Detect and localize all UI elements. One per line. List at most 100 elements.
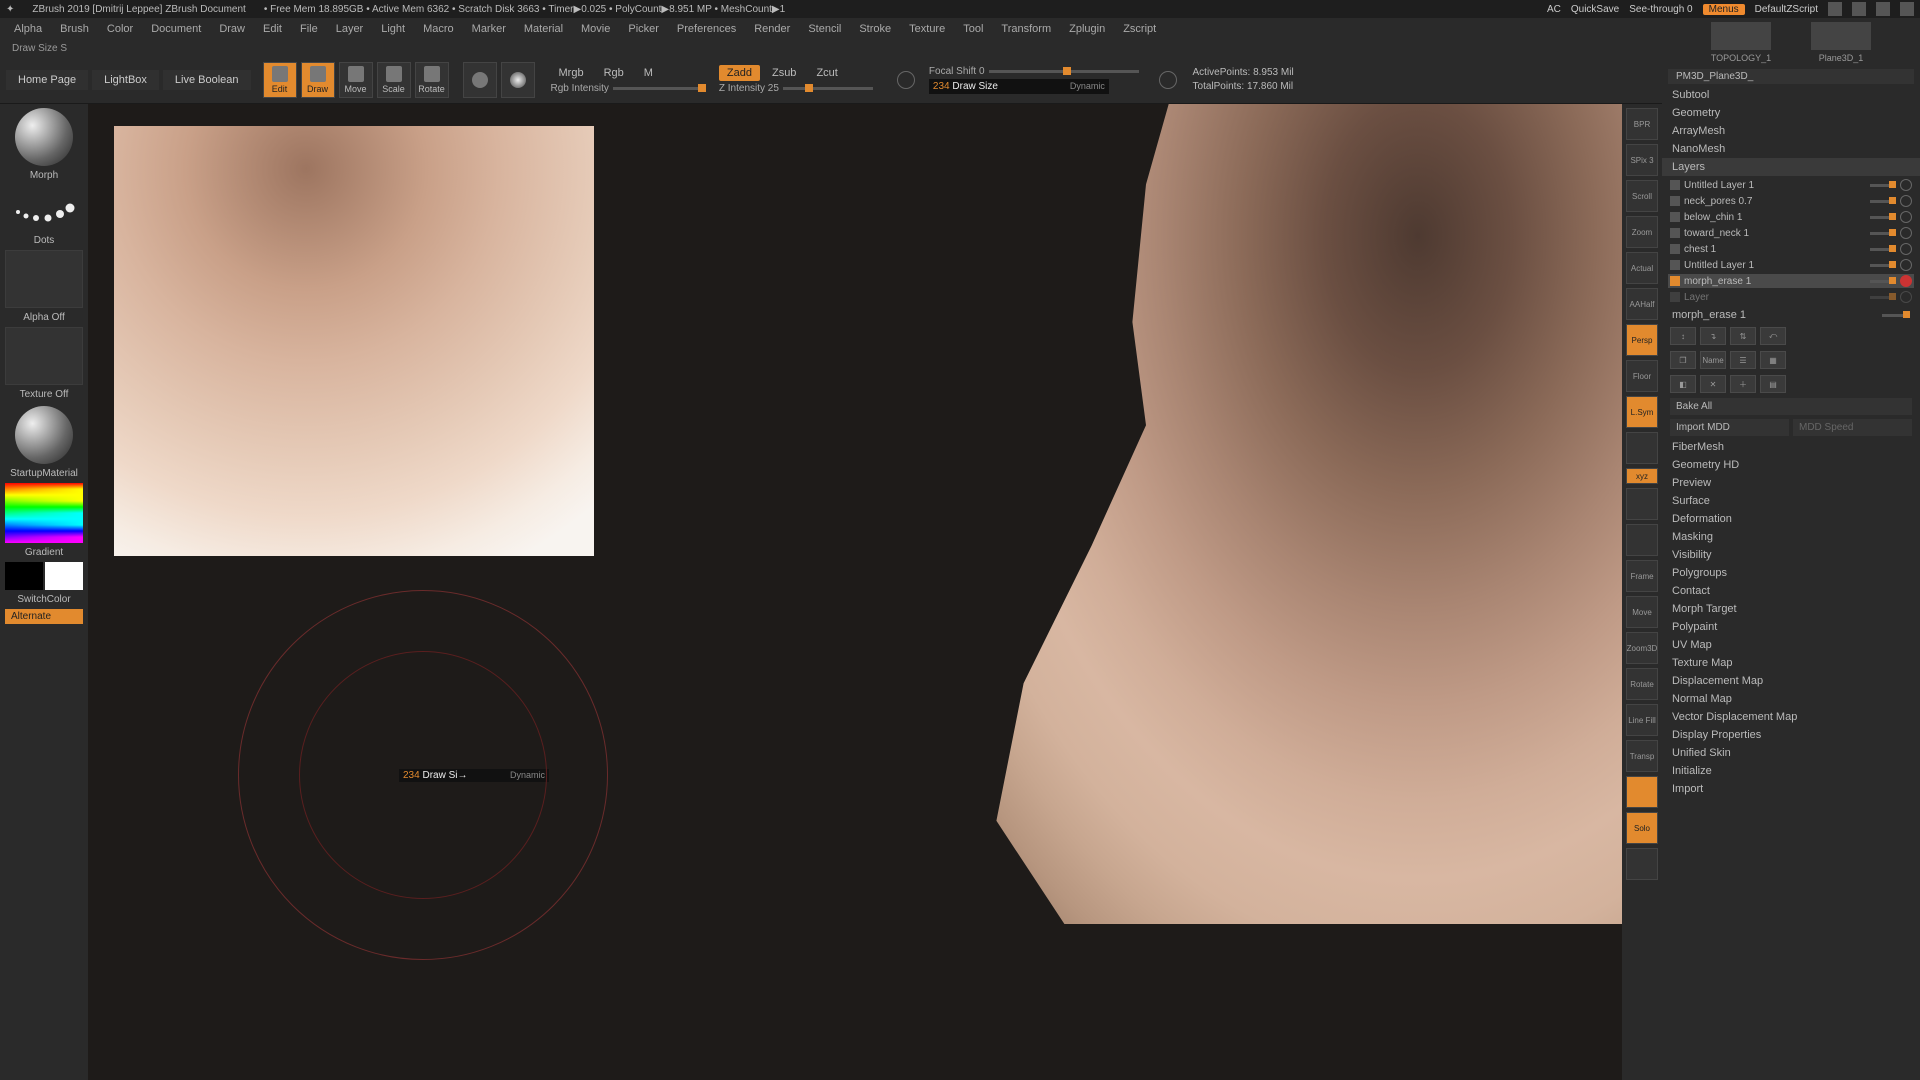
tool-draw[interactable]: Draw [301,62,335,98]
menu-tool[interactable]: Tool [963,23,983,35]
rshelf-solo[interactable]: Solo [1626,812,1658,844]
rshelf-aahalf[interactable]: AAHalf [1626,288,1658,320]
layer-del[interactable]: ✕ [1700,375,1726,393]
section-arraymesh[interactable]: ArrayMesh [1662,122,1920,140]
rshelf-btn-12[interactable] [1626,524,1658,556]
layer-visibility-icon[interactable] [1900,227,1912,239]
swatch-secondary[interactable] [45,562,83,590]
layer-row[interactable]: toward_neck 1 [1668,226,1914,240]
layer-btn-4[interactable]: ⤺ [1760,327,1786,345]
menu-edit[interactable]: Edit [263,23,282,35]
section-preview[interactable]: Preview [1662,474,1920,492]
imbed-icon[interactable] [897,71,915,89]
viewport[interactable]: 234 Draw Si→ Dynamic [88,104,1622,1080]
rgb-intensity-slider[interactable] [613,87,703,90]
layer-row[interactable]: Untitled Layer 1 [1668,178,1914,192]
draw-size-slider[interactable]: 234 Draw Size Dynamic [929,79,1109,94]
zadd-button[interactable]: Zadd [719,65,760,81]
section-unified-skin[interactable]: Unified Skin [1662,744,1920,762]
rshelf-rotate[interactable]: Rotate [1626,668,1658,700]
layer-inv[interactable]: ◧ [1670,375,1696,393]
rshelf-xyz[interactable]: xyz [1626,468,1658,484]
m-button[interactable]: M [636,65,661,81]
brush-thumbnail[interactable] [15,108,73,166]
section-masking[interactable]: Masking [1662,528,1920,546]
tool-thumb-topology[interactable]: TOPOLOGY_1 [1706,22,1776,63]
menu-alpha[interactable]: Alpha [14,23,42,35]
rshelf-scroll[interactable]: Scroll [1626,180,1658,212]
cursor-draw-size[interactable]: 234 Draw Si→ Dynamic [399,769,549,782]
menu-render[interactable]: Render [754,23,790,35]
section-geometry-hd[interactable]: Geometry HD [1662,456,1920,474]
swatch-main[interactable] [5,562,43,590]
tool-scale[interactable]: Scale [377,62,411,98]
gradient-label[interactable]: Gradient [25,545,63,560]
layer-btn-3[interactable]: ⇅ [1730,327,1756,345]
layer-intensity-slider[interactable] [1870,280,1896,283]
menu-macro[interactable]: Macro [423,23,454,35]
section-displacement-map[interactable]: Displacement Map [1662,672,1920,690]
rshelf-btn-11[interactable] [1626,488,1658,520]
section-subtool[interactable]: Subtool [1662,86,1920,104]
rshelf-actual[interactable]: Actual [1626,252,1658,284]
texture-thumbnail[interactable] [5,327,83,385]
rshelf-move[interactable]: Move [1626,596,1658,628]
layer-dup[interactable]: ❐ [1670,351,1696,369]
default-zscript[interactable]: DefaultZScript [1755,4,1818,15]
rshelf-spix-3[interactable]: SPix 3 [1626,144,1658,176]
layer-btn-1[interactable]: ↕ [1670,327,1696,345]
menu-brush[interactable]: Brush [60,23,89,35]
close-icon[interactable] [1900,2,1914,16]
layer-row[interactable]: chest 1 [1668,242,1914,256]
rshelf-floor[interactable]: Floor [1626,360,1658,392]
menu-transform[interactable]: Transform [1001,23,1051,35]
rshelf-zoom[interactable]: Zoom [1626,216,1658,248]
shelf-tab-lightbox[interactable]: LightBox [92,70,159,90]
menu-zplugin[interactable]: Zplugin [1069,23,1105,35]
section-surface[interactable]: Surface [1662,492,1920,510]
shelf-tab-home-page[interactable]: Home Page [6,70,88,90]
layer-visibility-icon[interactable] [1900,211,1912,223]
menu-picker[interactable]: Picker [628,23,659,35]
mrgb-button[interactable]: Mrgb [551,65,592,81]
layer-row[interactable]: morph_erase 1 [1668,274,1914,288]
layer-btn-2[interactable]: ↴ [1700,327,1726,345]
layer-misc[interactable]: ▤ [1760,375,1786,393]
rshelf-bpr[interactable]: BPR [1626,108,1658,140]
rshelf-zoom3d[interactable]: Zoom3D [1626,632,1658,664]
collapse-icon[interactable] [1828,2,1842,16]
menu-layer[interactable]: Layer [336,23,364,35]
quicksave-button[interactable]: QuickSave [1571,4,1619,15]
section-deformation[interactable]: Deformation [1662,510,1920,528]
section-morph-target[interactable]: Morph Target [1662,600,1920,618]
alternate-button[interactable]: Alternate [5,609,83,624]
menu-document[interactable]: Document [151,23,201,35]
maximize-icon[interactable] [1876,2,1890,16]
layer-intensity-slider[interactable] [1870,200,1896,203]
menu-stroke[interactable]: Stroke [859,23,891,35]
layer-visibility-icon[interactable] [1900,243,1912,255]
menu-preferences[interactable]: Preferences [677,23,736,35]
section-display-properties[interactable]: Display Properties [1662,726,1920,744]
layer-split[interactable]: ☰ [1730,351,1756,369]
rshelf-btn-19[interactable] [1626,776,1658,808]
layer-intensity-slider[interactable] [1870,264,1896,267]
section-polygroups[interactable]: Polygroups [1662,564,1920,582]
layer-intensity-slider[interactable] [1870,216,1896,219]
rshelf-btn-21[interactable] [1626,848,1658,880]
menu-marker[interactable]: Marker [472,23,506,35]
layers-header[interactable]: Layers [1662,158,1920,176]
rshelf-line-fill[interactable]: Line Fill [1626,704,1658,736]
section-geometry[interactable]: Geometry [1662,104,1920,122]
bake-all-button[interactable]: Bake All [1670,398,1912,415]
menu-stencil[interactable]: Stencil [808,23,841,35]
gizmo-toggle[interactable] [463,62,497,98]
section-visibility[interactable]: Visibility [1662,546,1920,564]
tool-move[interactable]: Move [339,62,373,98]
layer-intensity-slider[interactable] [1870,296,1896,299]
layer-visibility-icon[interactable] [1900,179,1912,191]
section-import[interactable]: Import [1662,780,1920,798]
layer-row[interactable]: below_chin 1 [1668,210,1914,224]
layer-visibility-icon[interactable] [1900,291,1912,303]
section-initialize[interactable]: Initialize [1662,762,1920,780]
